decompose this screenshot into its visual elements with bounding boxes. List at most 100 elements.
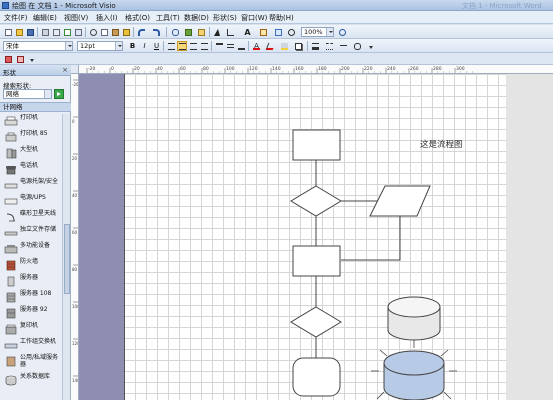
stencil-item-satellite-dish[interactable]: 碟形卫星天线 xyxy=(2,210,62,225)
open-button[interactable] xyxy=(14,27,24,37)
copy-button[interactable] xyxy=(99,27,109,37)
chevron-down-icon[interactable] xyxy=(44,90,51,98)
layer-properties-button[interactable] xyxy=(3,54,13,64)
horizontal-ruler[interactable]: -20 0 20 40 60 80 100 120 140 160 180 200 220 240 260 2… xyxy=(79,65,553,74)
stencil-item-workgroup-switch[interactable]: 工作组交换机 xyxy=(2,338,62,353)
underline-button[interactable]: U xyxy=(151,41,161,51)
pointer-tool-button[interactable] xyxy=(212,27,222,37)
connector-tool-button[interactable] xyxy=(225,27,235,37)
print-preview-button[interactable] xyxy=(51,27,61,37)
database-cylinder[interactable] xyxy=(387,296,441,341)
reports-button[interactable] xyxy=(15,54,25,64)
text-tool-button[interactable]: A xyxy=(242,27,252,37)
stencil-item-telephone[interactable]: 电话机 xyxy=(2,162,62,177)
line-color-button[interactable] xyxy=(265,41,276,51)
line-weight-button[interactable] xyxy=(310,41,320,51)
align-middle-button[interactable] xyxy=(225,41,235,51)
stamp-tool-button[interactable] xyxy=(273,27,283,37)
process-box[interactable] xyxy=(292,129,341,161)
align-right-button[interactable] xyxy=(188,41,198,51)
align-center-button[interactable] xyxy=(177,41,187,51)
hyperlink-button[interactable] xyxy=(170,27,180,37)
bold-button[interactable]: B xyxy=(127,41,137,51)
menu-view[interactable]: 视图(V) xyxy=(64,13,88,23)
chevron-down-icon[interactable] xyxy=(115,42,122,50)
justify-button[interactable] xyxy=(199,41,209,51)
data-parallelogram[interactable] xyxy=(369,185,431,217)
stencil-item-copier[interactable]: 复印机 xyxy=(2,322,62,337)
stencil-item-public-private-server[interactable]: 公用/私域服务器 xyxy=(2,354,62,369)
stencil-item-firewall[interactable]: 防火墙 xyxy=(2,258,62,273)
search-go-button[interactable] xyxy=(54,89,64,99)
menu-window[interactable]: 窗口(W) xyxy=(241,13,267,23)
stencil-item-relational-database[interactable]: 关系数据库 xyxy=(2,373,62,388)
align-left-button[interactable] xyxy=(166,41,176,51)
menu-shape[interactable]: 形状(S) xyxy=(213,13,237,23)
process-box[interactable] xyxy=(292,245,341,277)
line-ends-button[interactable] xyxy=(338,41,348,51)
decision-diamond[interactable] xyxy=(290,185,342,217)
stencil-item-printer-85[interactable]: 打印机 85 xyxy=(2,130,62,145)
visio-app-icon[interactable] xyxy=(2,2,9,9)
close-icon[interactable]: × xyxy=(62,66,68,74)
flowchart-title-text[interactable]: 这是流程图 xyxy=(420,138,463,150)
paste-button[interactable] xyxy=(110,27,120,37)
menu-file[interactable]: 文件(F) xyxy=(4,13,28,23)
font-color-button[interactable]: A xyxy=(251,41,261,51)
zoom-combo[interactable]: 100% xyxy=(301,27,334,37)
italic-button[interactable]: I xyxy=(139,41,149,51)
stencil-item-server[interactable]: 服务器 xyxy=(2,274,62,289)
font-size-combo[interactable]: 12pt xyxy=(77,41,123,51)
chevron-down-icon[interactable] xyxy=(65,42,72,50)
ruler-corner[interactable] xyxy=(71,65,79,74)
connector-line[interactable] xyxy=(341,216,401,261)
font-combo[interactable]: 宋体 xyxy=(3,41,73,51)
vertical-ruler[interactable]: -20 0 20 40 60 80 100 120 140 xyxy=(71,74,79,400)
stencil-item-server-108[interactable]: 服务器 108 xyxy=(2,290,62,305)
terminator-shape[interactable] xyxy=(292,357,341,397)
stencil-item-standalone-storage[interactable]: 独立文件存储 xyxy=(2,226,62,241)
fill-color-button[interactable] xyxy=(279,41,289,51)
stencil-item-multifunction-device[interactable]: 多功能设备 xyxy=(2,242,62,257)
redo-button[interactable] xyxy=(151,27,161,37)
shapes-window-button[interactable] xyxy=(183,27,193,37)
chevron-down-icon[interactable] xyxy=(326,28,333,36)
save-button[interactable] xyxy=(25,27,35,37)
pan-zoom-button[interactable] xyxy=(196,27,206,37)
decision-diamond[interactable] xyxy=(290,306,342,338)
menu-insert[interactable]: 插入(I) xyxy=(96,13,118,23)
stencil-item-mainframe[interactable]: 大型机 xyxy=(2,146,62,161)
print-button[interactable] xyxy=(40,27,50,37)
format-painter-button[interactable] xyxy=(121,27,131,37)
stencil-item-server-92[interactable]: 服务器 92 xyxy=(2,306,62,321)
drawing-tools-button[interactable] xyxy=(258,27,268,37)
more-formatting-button[interactable] xyxy=(366,41,376,51)
more-actions-button[interactable] xyxy=(27,54,37,64)
stencil-scrollbar[interactable] xyxy=(62,114,70,400)
selected-database-cylinder[interactable] xyxy=(371,340,457,400)
menu-tools[interactable]: 工具(T) xyxy=(156,13,180,23)
menu-edit[interactable]: 编辑(E) xyxy=(33,13,57,23)
align-bottom-button[interactable] xyxy=(236,41,246,51)
scrollbar-thumb[interactable] xyxy=(64,224,70,294)
stencil-item-printer[interactable]: 打印机 xyxy=(2,114,62,129)
menu-help[interactable]: 帮助(H) xyxy=(269,13,294,23)
align-top-button[interactable] xyxy=(214,41,224,51)
stencil-title[interactable]: 计网络 xyxy=(0,102,71,112)
menu-data[interactable]: 数据(D) xyxy=(184,13,209,23)
stencil-item-ups[interactable]: 电源/UPS xyxy=(2,194,62,209)
zoom-icon-button[interactable] xyxy=(286,27,296,37)
corner-rounding-button[interactable] xyxy=(352,41,362,51)
stencil-item-power-strip[interactable]: 电源托架/安全 xyxy=(2,178,62,193)
help-button[interactable] xyxy=(337,27,347,37)
menu-format[interactable]: 格式(O) xyxy=(125,13,150,23)
undo-button[interactable] xyxy=(136,27,146,37)
line-pattern-button[interactable] xyxy=(324,41,334,51)
search-scope-combo[interactable]: 网络 xyxy=(3,89,52,99)
drawing-area[interactable]: 这是流程图 xyxy=(79,74,553,400)
spelling-button[interactable] xyxy=(62,27,72,37)
research-button[interactable] xyxy=(73,27,83,37)
new-button[interactable] xyxy=(3,27,13,37)
cut-button[interactable] xyxy=(88,27,98,37)
shadow-color-button[interactable] xyxy=(293,41,303,51)
